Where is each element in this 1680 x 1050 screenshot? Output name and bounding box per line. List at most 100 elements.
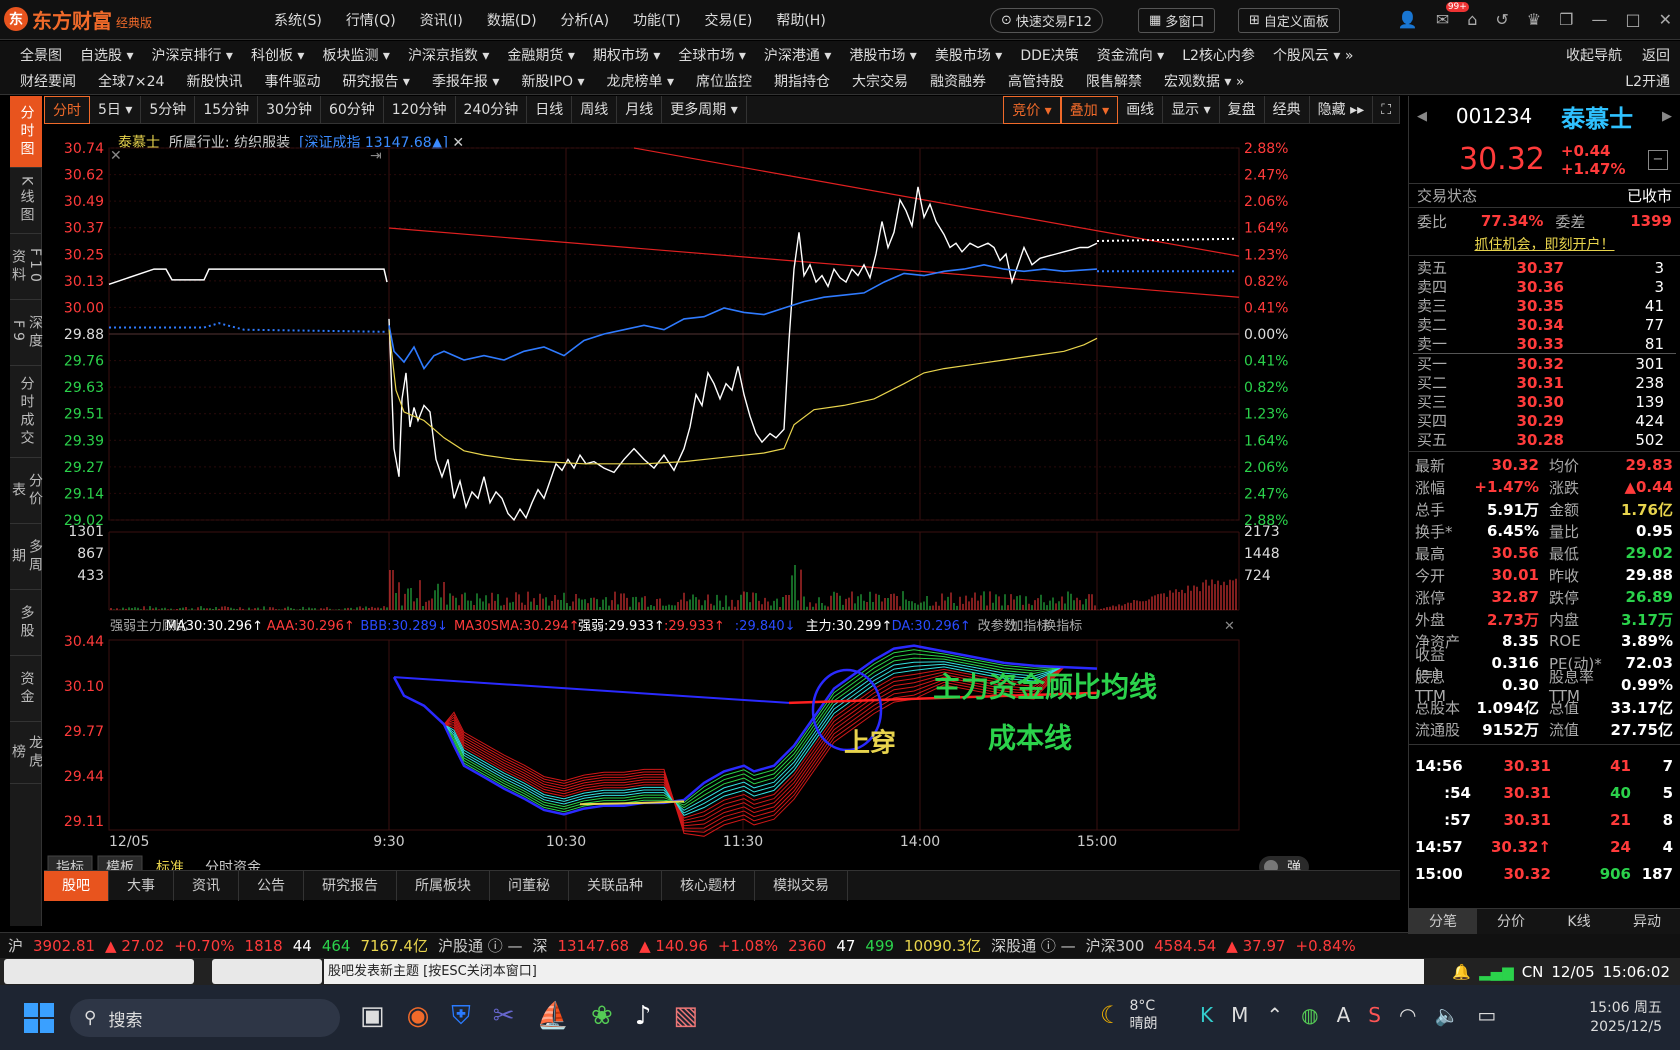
ime-icon[interactable]: A (1337, 1003, 1351, 1027)
taskbar-search[interactable]: ⚲ 搜索 (70, 999, 340, 1037)
nav-right-item[interactable]: 返回 (1642, 45, 1670, 65)
chart-tool-button[interactable]: 显示 ▾ (1163, 96, 1220, 124)
menu-item[interactable]: 数据(D) (475, 10, 549, 30)
indicator-close-icon[interactable]: ✕ (1224, 619, 1235, 634)
k-app-icon[interactable]: K (1200, 1003, 1213, 1027)
view-tab[interactable]: 分时成交 (10, 366, 42, 458)
nav-item[interactable]: 沪深京指数 ▾ (408, 45, 489, 65)
nav-item[interactable]: 金融期货 ▾ (507, 45, 574, 65)
nav-item[interactable]: L2核心内参 (1182, 45, 1255, 65)
view-tab[interactable]: 分时图 (10, 96, 42, 168)
nav-item[interactable]: 季报年报 ▾ (432, 71, 499, 91)
tray-app-icon[interactable]: ◍ (1301, 1003, 1318, 1027)
menu-item[interactable]: 帮助(H) (764, 10, 837, 30)
period-tab[interactable]: 240分钟 (456, 95, 528, 124)
close-icon[interactable]: ✕ (1659, 10, 1672, 29)
photos-app-icon[interactable]: ❀ (591, 1001, 613, 1032)
chart-canvas[interactable]: 30.74 30.62 30.49 30.37 30.25 30.13 30.00 29.88… (44, 140, 1400, 882)
period-tab[interactable]: 30分钟 (258, 95, 321, 124)
period-tab[interactable]: 15分钟 (195, 95, 259, 124)
indicator-header-item[interactable]: 换指标 (1043, 619, 1082, 634)
quote-tab[interactable]: 异动 (1613, 909, 1680, 934)
view-tab[interactable]: 龙虎榜 (10, 722, 43, 784)
nav-item[interactable]: DDE决策 (1020, 45, 1078, 65)
view-tab[interactable]: 多股 (10, 590, 42, 656)
view-tab[interactable]: K线图 (10, 168, 42, 234)
menu-item[interactable]: 功能(T) (621, 10, 692, 30)
mini-window-1[interactable] (4, 959, 194, 984)
bottom-tab[interactable]: 研究报告 (304, 870, 397, 901)
sgt-label[interactable]: 深股通 ⓘ — (991, 935, 1076, 956)
nav-item[interactable]: 新股快讯 (186, 71, 242, 91)
bottom-tab[interactable]: 所属板块 (397, 870, 490, 901)
security-app-icon[interactable]: ⛨ (451, 1001, 471, 1032)
nav-item[interactable]: 研究报告 ▾ (342, 71, 409, 91)
restore-icon[interactable]: ❐ (1559, 10, 1573, 29)
view-tab[interactable]: 多周期 (10, 524, 43, 590)
nav-item[interactable]: 自选股 ▾ (80, 45, 133, 65)
post-hint-bar[interactable]: 股吧发表新主题 [按ESC关闭本窗口] (324, 959, 1424, 984)
paint-app-icon[interactable]: ▧ (673, 1001, 698, 1032)
nav-item[interactable]: 美股市场 ▾ (935, 45, 1002, 65)
nav-item[interactable]: 新股IPO ▾ (521, 71, 584, 91)
period-tab[interactable]: 60分钟 (321, 95, 384, 124)
nav-item[interactable]: 席位监控 (696, 71, 752, 91)
nav-item[interactable]: 大宗交易 (852, 71, 908, 91)
view-tab[interactable]: 资金 (10, 656, 42, 722)
nav-item[interactable]: 资金流向 ▾ (1097, 45, 1164, 65)
quote-tab[interactable]: 分笔 (1409, 909, 1477, 934)
nav-item[interactable]: 全球7×24 (98, 71, 164, 91)
nav-item[interactable]: 期指持仓 (774, 71, 830, 91)
battery-icon[interactable]: ▭ (1477, 1003, 1496, 1027)
period-tab[interactable]: 月线 (617, 95, 663, 124)
chart-tool-button[interactable]: 复盘 (1220, 96, 1265, 124)
skin-icon[interactable]: ♛ (1527, 10, 1541, 29)
chart-tool-button[interactable]: 经典 (1265, 96, 1310, 124)
nav-item[interactable]: 个股风云 ▾ » (1273, 45, 1354, 65)
chart-tool-button[interactable]: 画线 (1118, 96, 1164, 124)
nav-item[interactable]: 科创板 ▾ (251, 45, 304, 65)
chart-tool-button[interactable]: 竞价 ▾ (1003, 96, 1061, 124)
nav-item[interactable]: 宏观数据 ▾ » (1164, 71, 1245, 91)
period-tab[interactable]: 分时 (44, 95, 90, 124)
chart-tool-button[interactable]: 隐藏 ▸▸ (1310, 96, 1374, 124)
nav-item[interactable]: 高管持股 (1008, 71, 1064, 91)
period-tab[interactable]: 5日 ▾ (90, 95, 142, 124)
nav-item[interactable]: 全景图 (20, 45, 62, 65)
bottom-tab[interactable]: 问董秘 (490, 870, 569, 901)
home-icon[interactable]: ⌂ (1467, 10, 1477, 29)
mail-icon[interactable]: ✉ 99+ (1436, 2, 1469, 29)
period-tab[interactable]: 周线 (572, 95, 618, 124)
l2-open-link[interactable]: L2开通 (1625, 71, 1670, 91)
nav-right-item[interactable]: 收起导航 (1566, 45, 1622, 65)
clock-time[interactable]: 15:06 周五 (1589, 999, 1662, 1018)
nav-item[interactable]: 融资融券 (930, 71, 986, 91)
nav-item[interactable]: 事件驱动 (264, 71, 320, 91)
bottom-tab[interactable]: 核心题材 (662, 870, 755, 901)
wifi-icon[interactable]: ◠ (1399, 1003, 1416, 1027)
nav-item[interactable]: 限售解禁 (1086, 71, 1142, 91)
nav-item[interactable]: 全球市场 ▾ (678, 45, 745, 65)
nav-item[interactable]: 沪深港通 ▾ (764, 45, 831, 65)
period-tab[interactable]: 日线 (527, 95, 573, 124)
chart-close-icon[interactable]: ✕ (110, 148, 122, 164)
nav-item[interactable]: 板块监测 ▾ (322, 45, 389, 65)
nav-item[interactable]: 财经要闻 (20, 71, 76, 91)
collapse-icon[interactable]: − (1648, 149, 1668, 170)
quote-tab[interactable]: K线 (1545, 909, 1613, 934)
volume-icon[interactable]: 🔈 (1434, 1003, 1459, 1027)
tiktok-app-icon[interactable]: ♪ (635, 1001, 652, 1032)
multi-window-button[interactable]: ▦ 多窗口 (1138, 8, 1216, 33)
mini-window-2[interactable] (212, 959, 322, 984)
view-tab[interactable]: 深度F9 (10, 300, 43, 366)
nav-item[interactable]: 期权市场 ▾ (593, 45, 660, 65)
user-icon[interactable]: 👤 (1398, 10, 1418, 29)
clock-date[interactable]: 2025/12/5 (1589, 1018, 1662, 1037)
menu-item[interactable]: 系统(S) (262, 10, 334, 30)
custom-panel-button[interactable]: ⊞ 自定义面板 (1238, 8, 1340, 33)
minimize-icon[interactable]: — (1591, 10, 1607, 29)
back-icon[interactable]: ↺ (1495, 10, 1508, 29)
sail-app-icon[interactable]: ⛵ (537, 1001, 569, 1032)
view-tab[interactable]: F10资料 (10, 234, 43, 300)
prev-stock-icon[interactable]: ◀ (1417, 109, 1427, 124)
